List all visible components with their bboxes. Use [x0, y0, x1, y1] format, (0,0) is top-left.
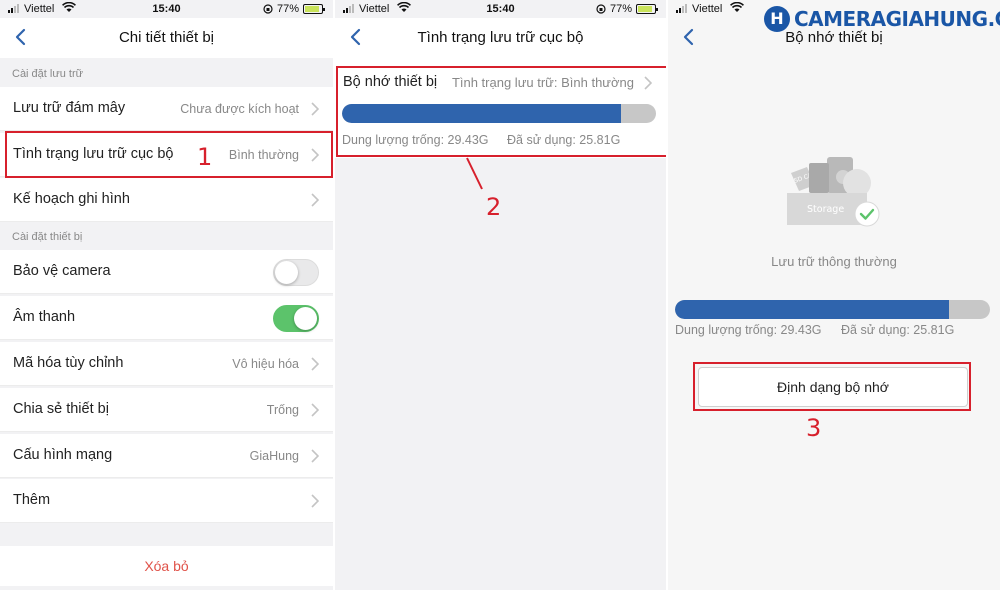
storage-usage-bar — [675, 300, 990, 319]
nav-bar: Chi tiết thiết bị — [0, 18, 333, 58]
free-space-text: Dung lượng trống: 29.43G — [342, 133, 489, 147]
row-label: Tình trạng lưu trữ cục bộ — [13, 146, 174, 162]
used-space-text: Đã sử dụng: 25.81G — [507, 133, 621, 147]
chevron-right-icon — [311, 102, 319, 116]
battery-icon — [636, 4, 658, 14]
row-value: Bình thường — [228, 148, 299, 162]
status-bar: Viettel 15:40 77% — [335, 0, 666, 18]
free-space-text: Dung lượng trống: 29.43G — [675, 323, 822, 337]
step-marker-1: 1 — [197, 143, 213, 171]
row-value: Chưa được kích hoạt — [180, 102, 299, 116]
row-value: Vô hiệu hóa — [232, 357, 299, 371]
brand-watermark: H CAMERAGIAHUNG.COM — [764, 4, 1000, 34]
row-value: GiaHung — [249, 449, 299, 463]
page-title: Tình trạng lưu trữ cục bộ — [417, 29, 584, 46]
chevron-right-icon — [311, 494, 319, 508]
row-custom-encryption[interactable]: Mã hóa tùy chỉnh Vô hiệu hóa — [0, 342, 333, 386]
brand-text: CAMERAGIAHUNG.COM — [794, 7, 1000, 31]
storage-usage-bar — [342, 104, 656, 123]
row-camera-protection: Bảo vệ camera — [0, 250, 333, 294]
battery-percent: 77% — [609, 3, 632, 15]
status-bar: Viettel 15:40 77% — [0, 0, 333, 18]
format-memory-button[interactable]: Định dạng bộ nhớ — [698, 367, 968, 407]
format-memory-label: Định dạng bộ nhớ — [777, 379, 889, 395]
wifi-icon — [730, 2, 744, 12]
orientation-lock-icon — [263, 4, 273, 14]
row-recording-schedule[interactable]: Kế hoạch ghi hình — [0, 178, 333, 222]
delete-button[interactable]: Xóa bỏ — [0, 546, 333, 586]
brand-logo-icon: H — [764, 6, 790, 32]
page-title: Chi tiết thiết bị — [118, 29, 215, 46]
device-storage-card[interactable]: Bộ nhớ thiết bị Tình trạng lưu trữ: Bình… — [335, 58, 666, 158]
chevron-right-icon — [311, 148, 319, 162]
storage-used-fill — [675, 300, 950, 319]
orientation-lock-icon — [596, 4, 606, 14]
row-device-sharing[interactable]: Chia sẻ thiết bị Trống — [0, 388, 333, 432]
storage-status-text: Lưu trữ thông thường — [771, 254, 897, 269]
screen-device-memory: Viettel Bộ nhớ thiết bị — [668, 0, 1000, 590]
step-marker-3: 3 — [806, 414, 822, 442]
step-marker-2: 2 — [486, 193, 502, 221]
chevron-right-icon — [311, 357, 319, 371]
storage-illustration-icon: SD CARD Storage — [787, 157, 880, 227]
row-local-storage-status[interactable]: Tình trạng lưu trữ cục bộ Bình thường — [0, 133, 333, 177]
nav-bar: Tình trạng lưu trữ cục bộ — [335, 18, 666, 58]
battery-percent: 77% — [276, 3, 299, 15]
storage-used-fill — [342, 104, 622, 123]
section-header-storage: Cài đặt lưu trữ — [12, 68, 83, 80]
annotation-pointer-line — [466, 157, 483, 190]
camera-protection-toggle[interactable] — [273, 259, 319, 286]
storage-card-label: Bộ nhớ thiết bị — [343, 74, 438, 90]
row-label: Mã hóa tùy chỉnh — [13, 355, 124, 371]
sound-toggle[interactable] — [273, 305, 319, 332]
battery-icon — [303, 4, 325, 14]
row-more[interactable]: Thêm — [0, 479, 333, 523]
used-space-text: Đã sử dụng: 25.81G — [841, 323, 955, 337]
screen-local-storage: Viettel 15:40 77% Tình trạng lưu trữ cục… — [335, 0, 666, 590]
chevron-right-icon — [644, 76, 652, 90]
row-value: Trống — [266, 403, 299, 417]
storage-box-label: Storage — [807, 204, 844, 215]
chevron-right-icon — [311, 403, 319, 417]
row-label: Lưu trữ đám mây — [13, 100, 126, 116]
row-label: Kế hoạch ghi hình — [13, 191, 130, 207]
section-header-device: Cài đặt thiết bị — [12, 231, 83, 243]
row-label: Thêm — [13, 492, 51, 508]
chevron-right-icon — [311, 449, 319, 463]
row-label: Chia sẻ thiết bị — [13, 401, 109, 417]
row-sound: Âm thanh — [0, 296, 333, 340]
row-label: Bảo vệ camera — [13, 263, 111, 279]
row-label: Cấu hình mạng — [13, 447, 113, 463]
row-network-config[interactable]: Cấu hình mạng GiaHung — [0, 434, 333, 478]
carrier-label: Viettel — [692, 3, 723, 15]
row-label: Âm thanh — [13, 309, 76, 325]
delete-label: Xóa bỏ — [144, 558, 189, 574]
signal-icon — [676, 4, 687, 13]
row-cloud-storage[interactable]: Lưu trữ đám mây Chưa được kích hoạt — [0, 87, 333, 131]
chevron-right-icon — [311, 193, 319, 207]
storage-card-status: Tình trạng lưu trữ: Bình thường — [451, 75, 634, 90]
screen-device-details: Viettel 15:40 77% Chi tiết thiết bị Cài … — [0, 0, 333, 590]
